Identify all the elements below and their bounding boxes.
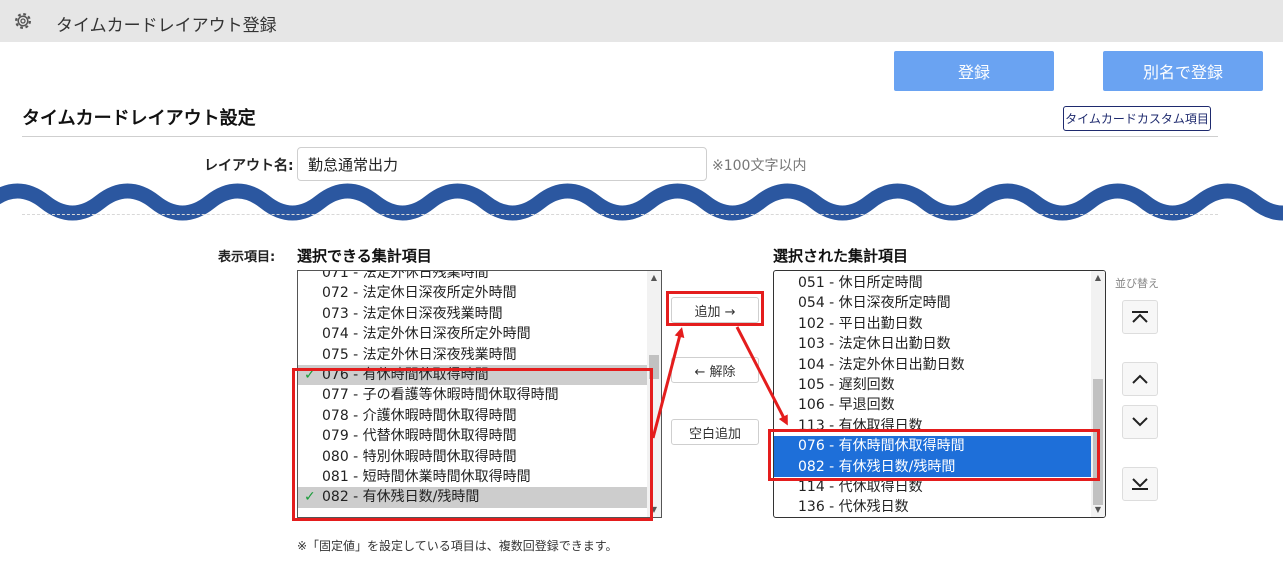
chosen-items-listbox[interactable]: 051 - 休日所定時間 054 - 休日深夜所定時間 102 - 平日出勤日数 10…	[773, 270, 1106, 518]
scroll-thumb[interactable]	[1093, 379, 1103, 505]
list-item-label: 071 - 法定外休日残業時間	[322, 270, 489, 281]
list-item-label: 054 - 休日深夜所定時間	[798, 295, 951, 312]
list-item-label: 102 - 平日出勤日数	[798, 315, 923, 332]
list-item-label: 051 - 休日所定時間	[798, 275, 923, 291]
list-item-label: 105 - 遅刻回数	[798, 376, 895, 393]
move-up-button[interactable]	[1122, 362, 1158, 396]
list-item[interactable]: 104 - 法定外休日出勤日数	[774, 355, 1105, 375]
register-as-button[interactable]: 別名で登録	[1103, 51, 1263, 91]
list-item[interactable]: ✓ 076 - 有休時間休取得時間	[298, 364, 661, 386]
list-item[interactable]: 082 - 有休残日数/残時間	[774, 456, 1105, 477]
custom-items-button[interactable]: タイムカードカスタム項目	[1063, 106, 1211, 131]
list-item-label: 073 - 法定休日深夜残業時間	[322, 305, 503, 322]
move-top-button[interactable]	[1122, 300, 1158, 334]
move-bottom-button[interactable]	[1122, 467, 1158, 501]
scroll-thumb[interactable]	[649, 355, 659, 379]
register-button[interactable]: 登録	[894, 51, 1054, 91]
list-item[interactable]: 106 - 早退回数	[774, 395, 1105, 415]
list-item[interactable]: 075 - 法定外休日深夜残業時間	[298, 345, 661, 365]
list-item[interactable]: 054 - 休日深夜所定時間	[774, 293, 1105, 313]
chevron-up-icon	[1132, 374, 1148, 384]
move-top-icon	[1132, 311, 1148, 323]
list-item[interactable]: 077 - 子の看護等休暇時間休取得時間	[298, 385, 661, 405]
list-item[interactable]: 076 - 有休時間休取得時間	[774, 436, 1105, 457]
title-bar: タイムカードレイアウト登録	[0, 0, 1283, 42]
list-item[interactable]: 105 - 遅刻回数	[774, 375, 1105, 395]
scroll-up-arrow-icon[interactable]: ▲	[647, 271, 661, 285]
list-item[interactable]: 073 - 法定休日深夜残業時間	[298, 304, 661, 324]
list-item[interactable]: ✓ 082 - 有休残日数/残時間	[298, 487, 661, 508]
scroll-down-arrow-icon[interactable]: ▼	[647, 503, 661, 517]
list-item-label: 074 - 法定外休日深夜所定外時間	[322, 326, 531, 343]
list-item-label: 136 - 代休残日数	[798, 499, 909, 516]
list-item[interactable]: 081 - 短時間休業時間休取得時間	[298, 467, 661, 487]
remove-button[interactable]: ← 解除	[671, 357, 759, 383]
list-item[interactable]: 079 - 代替休暇時間休取得時間	[298, 426, 661, 446]
list-item-label: 114 - 代休取得日数	[798, 478, 923, 495]
list-item-label: 106 - 早退回数	[798, 397, 895, 414]
chosen-scrollbar[interactable]: ▲ ▼	[1091, 271, 1105, 517]
list-item[interactable]: 113 - 有休取得日数	[774, 416, 1105, 436]
scroll-up-arrow-icon[interactable]: ▲	[1091, 271, 1105, 285]
list-item[interactable]: 103 - 法定休日出勤日数	[774, 334, 1105, 354]
available-list-header: 選択できる集計項目	[297, 247, 432, 265]
scroll-down-arrow-icon[interactable]: ▼	[1091, 503, 1105, 517]
gear-icon[interactable]	[12, 10, 34, 32]
dashed-divider	[22, 214, 1218, 215]
chevron-down-icon	[1132, 417, 1148, 427]
list-item-label: 081 - 短時間休業時間休取得時間	[322, 468, 531, 485]
list-item-label: 072 - 法定休日深夜所定外時間	[322, 285, 517, 302]
list-item-label: 076 - 有休時間休取得時間	[798, 438, 965, 455]
section-title: タイムカードレイアウト設定	[22, 108, 256, 129]
chosen-list-header: 選択された集計項目	[773, 247, 909, 265]
list-item-label: 076 - 有休時間休取得時間	[322, 366, 489, 383]
footer-note: ※「固定値」を設定している項目は、複数回登録できます。	[297, 539, 618, 553]
window-title: タイムカードレイアウト登録	[56, 16, 277, 36]
list-item-label: 079 - 代替休暇時間休取得時間	[322, 428, 517, 445]
available-scrollbar[interactable]: ▲ ▼	[647, 271, 661, 517]
list-item-label: 080 - 特別休暇時間休取得時間	[322, 448, 517, 465]
list-item[interactable]: 074 - 法定外休日深夜所定外時間	[298, 324, 661, 344]
list-item[interactable]: 102 - 平日出勤日数	[774, 314, 1105, 334]
section-divider	[22, 136, 1218, 137]
sort-label: 並び替え	[1115, 277, 1159, 290]
list-item[interactable]: 136 - 代休残日数	[774, 497, 1105, 517]
list-item-label: 075 - 法定外休日深夜残業時間	[322, 346, 517, 363]
list-item-label: 103 - 法定休日出勤日数	[798, 336, 951, 353]
checkmark-icon: ✓	[304, 489, 316, 506]
available-items-listbox[interactable]: 071 - 法定外休日残業時間 072 - 法定休日深夜所定外時間 073 - 法定…	[297, 270, 662, 518]
checkmark-icon: ✓	[304, 366, 316, 383]
list-item-label: 082 - 有休残日数/残時間	[798, 458, 956, 475]
list-item[interactable]: 071 - 法定外休日残業時間	[298, 270, 661, 283]
list-item[interactable]: 072 - 法定休日深夜所定外時間	[298, 283, 661, 303]
wave-divider	[0, 183, 1283, 221]
list-item-label: 104 - 法定外休日出勤日数	[798, 356, 965, 373]
list-item[interactable]: 078 - 介護休暇時間休取得時間	[298, 406, 661, 426]
list-item-label: 077 - 子の看護等休暇時間休取得時間	[322, 387, 559, 404]
move-down-button[interactable]	[1122, 405, 1158, 439]
add-button[interactable]: 追加 →	[671, 297, 759, 323]
display-items-label: 表示項目:	[218, 250, 276, 265]
add-blank-button[interactable]: 空白追加	[671, 419, 759, 445]
move-bottom-icon	[1132, 478, 1148, 490]
list-item-label: 078 - 介護休暇時間休取得時間	[322, 407, 517, 424]
list-item[interactable]: 051 - 休日所定時間	[774, 273, 1105, 293]
list-item-label: 082 - 有休残日数/残時間	[322, 489, 480, 506]
list-item[interactable]: 114 - 代休取得日数	[774, 477, 1105, 497]
list-item[interactable]: 080 - 特別休暇時間休取得時間	[298, 447, 661, 467]
list-item-label: 113 - 有休取得日数	[798, 417, 923, 434]
